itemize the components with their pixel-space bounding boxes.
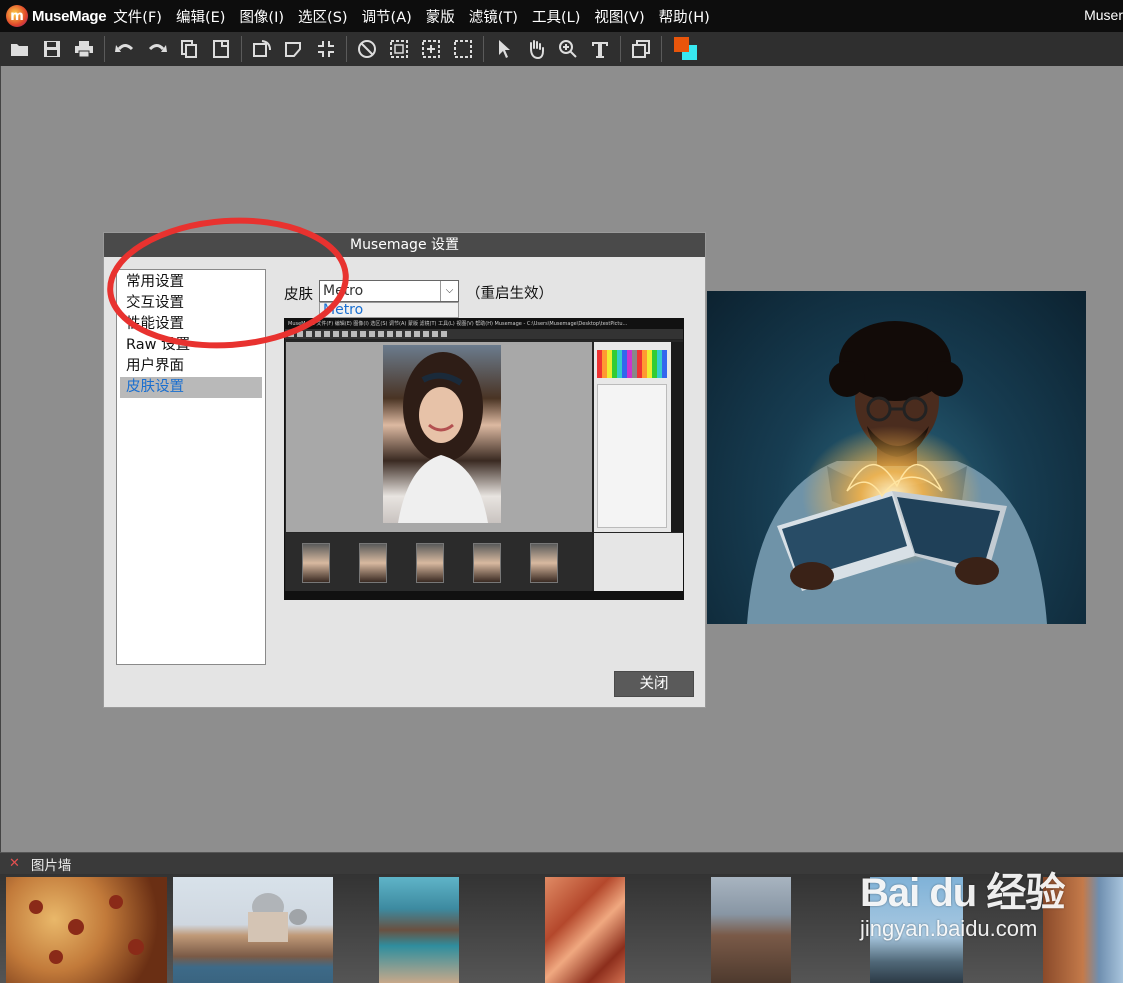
preview-sidebar xyxy=(671,342,683,532)
menu-file[interactable]: 文件(F) xyxy=(113,6,162,27)
dialog-title[interactable]: Musemage 设置 xyxy=(104,233,705,257)
menu-edit[interactable]: 编辑(E) xyxy=(176,6,225,27)
menu-adjust[interactable]: 调节(A) xyxy=(362,6,412,27)
preview-toolbar xyxy=(285,329,683,340)
paste-icon[interactable] xyxy=(205,34,237,64)
restart-note: （重启生效） xyxy=(466,286,553,302)
photo-thumb-pizza[interactable] xyxy=(6,877,167,983)
save-icon[interactable] xyxy=(36,34,68,64)
fit-icon[interactable] xyxy=(310,34,342,64)
zoom-icon[interactable] xyxy=(552,34,584,64)
preview-thumb xyxy=(530,543,558,583)
select-rect-icon[interactable] xyxy=(447,34,479,64)
window-title: Muser xyxy=(1084,7,1123,23)
toolbar-separator xyxy=(241,36,242,62)
toolbar-separator xyxy=(346,36,347,62)
settings-category-list: 常用设置 交互设置 性能设置 Raw 设置 用户界面 皮肤设置 xyxy=(116,269,266,665)
rotate-icon[interactable] xyxy=(246,34,278,64)
hand-icon[interactable] xyxy=(520,34,552,64)
app-name: MuseMage xyxy=(32,7,107,25)
select-center-icon[interactable] xyxy=(415,34,447,64)
text-icon[interactable] xyxy=(584,34,616,64)
preview-layers-panel xyxy=(594,533,683,591)
settings-dialog: Musemage 设置 常用设置 交互设置 性能设置 Raw 设置 用户界面 皮… xyxy=(103,217,706,708)
menu-image[interactable]: 图像(I) xyxy=(239,6,284,27)
menu-mask[interactable]: 蒙版 xyxy=(426,6,455,27)
settings-item-performance[interactable]: 性能设置 xyxy=(120,314,262,335)
close-icon[interactable]: ✕ xyxy=(9,856,20,871)
preview-thumb xyxy=(473,543,501,583)
foreground-color-swatch[interactable] xyxy=(674,37,689,52)
skin-select-value: Metro xyxy=(323,283,364,299)
skin-dropdown-list: Metro xyxy=(319,302,459,318)
preview-tool-list xyxy=(597,384,667,528)
settings-item-raw[interactable]: Raw 设置 xyxy=(120,335,262,356)
skin-option-metro[interactable]: Metro xyxy=(320,303,458,317)
photo-thumb-lake[interactable] xyxy=(379,877,459,983)
preview-thumb xyxy=(359,543,387,583)
preview-palette xyxy=(597,350,667,378)
open-icon[interactable] xyxy=(4,34,36,64)
menu-select[interactable]: 选区(S) xyxy=(298,6,348,27)
preview-filmstrip xyxy=(286,533,592,591)
skin-label: 皮肤 xyxy=(284,287,313,303)
preview-statusbar xyxy=(285,591,683,599)
preview-portrait xyxy=(383,345,501,523)
deselect-icon[interactable] xyxy=(351,34,383,64)
musemage-logo-icon: m xyxy=(6,5,28,27)
toolbar-separator xyxy=(620,36,621,62)
crop-icon[interactable] xyxy=(278,34,310,64)
skin-select[interactable]: Metro ⌵ xyxy=(319,280,459,302)
pointer-icon[interactable] xyxy=(488,34,520,64)
settings-item-interaction[interactable]: 交互设置 xyxy=(120,293,262,314)
toolbar xyxy=(0,32,1123,66)
canvas-image[interactable] xyxy=(707,291,1086,624)
select-all-icon[interactable] xyxy=(383,34,415,64)
baidu-watermark: Bai du 经验 jingyan.baidu.com xyxy=(860,860,1065,942)
photo-thumb-canyon[interactable] xyxy=(545,877,625,983)
menu-tools[interactable]: 工具(L) xyxy=(532,6,580,27)
print-icon[interactable] xyxy=(68,34,100,64)
chevron-down-icon[interactable]: ⌵ xyxy=(440,281,458,301)
watermark-brand: Bai du 经验 xyxy=(860,871,1065,915)
copy-icon[interactable] xyxy=(173,34,205,64)
menu-view[interactable]: 视图(V) xyxy=(594,6,644,27)
preview-canvas xyxy=(286,342,592,532)
preview-menubar: MuseMage 文件(F) 编辑(E) 图像(I) 选区(S) 调节(A) 蒙… xyxy=(285,319,683,329)
menu-filter[interactable]: 滤镜(T) xyxy=(469,6,518,27)
redo-icon[interactable] xyxy=(141,34,173,64)
layers-icon[interactable] xyxy=(625,34,657,64)
close-button[interactable]: 关闭 xyxy=(614,671,694,697)
preview-thumb xyxy=(302,543,330,583)
menubar: m MuseMage 文件(F) 编辑(E) 图像(I) 选区(S) 调节(A)… xyxy=(0,0,1123,32)
settings-item-general[interactable]: 常用设置 xyxy=(120,272,262,293)
toolbar-separator xyxy=(661,36,662,62)
undo-icon[interactable] xyxy=(109,34,141,64)
toolbar-separator xyxy=(483,36,484,62)
photo-thumb-venice[interactable] xyxy=(173,877,333,983)
menu-bar-items: 文件(F) 编辑(E) 图像(I) 选区(S) 调节(A) 蒙版 滤镜(T) 工… xyxy=(113,6,724,27)
preview-thumb xyxy=(416,543,444,583)
toolbar-separator xyxy=(104,36,105,62)
skin-preview-image: MuseMage 文件(F) 编辑(E) 图像(I) 选区(S) 调节(A) 蒙… xyxy=(284,318,684,600)
settings-item-skin[interactable]: 皮肤设置 xyxy=(120,377,262,398)
photo-thumb-colosseum[interactable] xyxy=(711,877,791,983)
photowall-title: 图片墙 xyxy=(30,857,72,874)
settings-item-ui[interactable]: 用户界面 xyxy=(120,356,262,377)
preview-right-panel xyxy=(594,342,680,532)
app-logo: m MuseMage xyxy=(6,5,107,27)
watermark-url: jingyan.baidu.com xyxy=(860,916,1038,941)
color-swatch[interactable] xyxy=(672,35,700,63)
menu-help[interactable]: 帮助(H) xyxy=(659,6,710,27)
